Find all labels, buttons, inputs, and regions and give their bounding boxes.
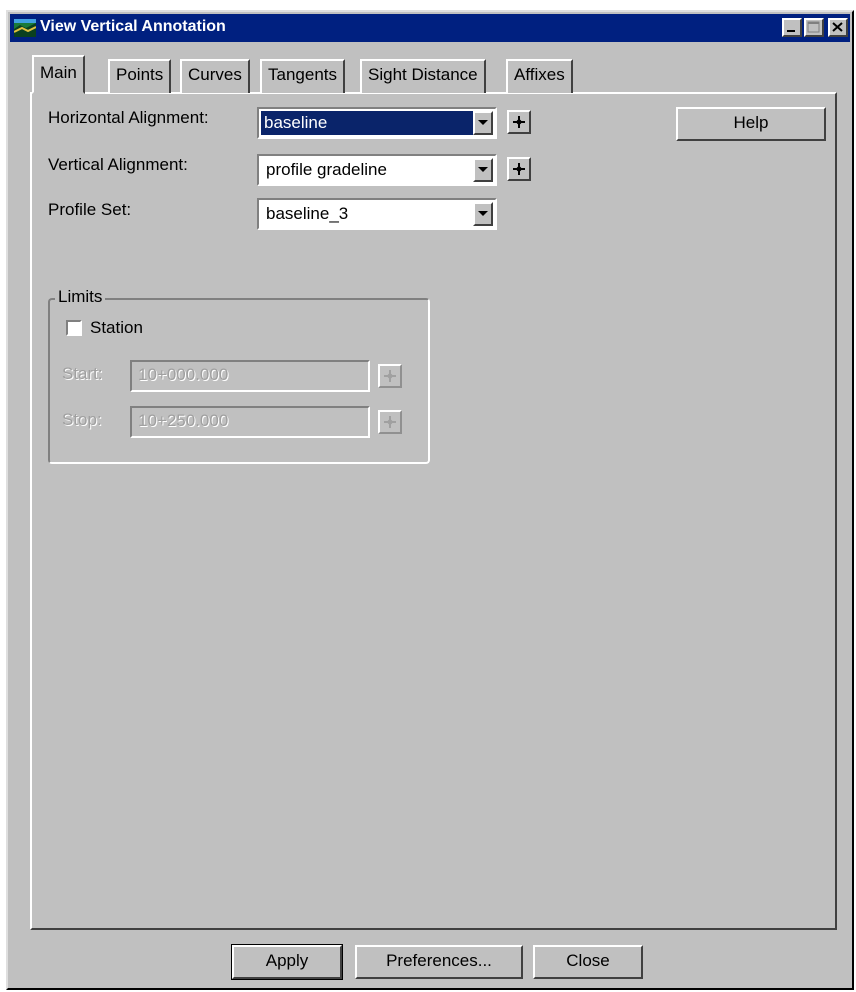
chevron-down-icon	[478, 211, 488, 216]
dropdown-arrow-button[interactable]	[473, 158, 493, 182]
dropdown-arrow-button[interactable]	[473, 111, 493, 135]
window-title: View Vertical Annotation	[40, 18, 226, 35]
vertical-alignment-pick-button[interactable]	[507, 157, 531, 181]
close-icon	[832, 22, 843, 32]
crosshair-icon	[513, 116, 525, 128]
stop-station-field[interactable]: 10+250.000	[130, 406, 370, 438]
minimize-icon	[787, 30, 795, 32]
help-button[interactable]: Help	[676, 107, 826, 141]
horizontal-alignment-label: Horizontal Alignment:	[48, 108, 209, 127]
tab-tangents[interactable]: Tangents	[260, 59, 345, 93]
vertical-alignment-label: Vertical Alignment:	[48, 155, 188, 174]
apply-button-label: Apply	[265, 951, 309, 970]
start-pick-button[interactable]	[378, 364, 402, 388]
tab-affixes[interactable]: Affixes	[506, 59, 573, 93]
minimize-button[interactable]	[782, 18, 802, 37]
profile-set-select[interactable]: baseline_3	[257, 198, 497, 230]
preferences-button[interactable]: Preferences...	[355, 945, 523, 979]
tab-points[interactable]: Points	[108, 59, 172, 93]
start-station-field[interactable]: 10+000.000	[130, 360, 370, 392]
tab-label: Points	[116, 65, 164, 84]
station-label: Station	[90, 318, 143, 337]
vertical-alignment-value: profile gradeline	[266, 160, 387, 179]
horizontal-alignment-pick-button[interactable]	[507, 110, 531, 134]
close-button-label: Close	[566, 951, 610, 970]
chevron-down-icon	[478, 120, 488, 125]
stop-pick-button[interactable]	[378, 410, 402, 434]
tab-label: Curves	[188, 65, 242, 84]
tab-label: Main	[40, 63, 77, 82]
stop-station-value: 10+250.000	[138, 411, 229, 430]
close-window-button[interactable]	[828, 18, 848, 37]
crosshair-icon	[513, 163, 525, 175]
horizontal-alignment-value: baseline	[261, 111, 473, 135]
tab-label: Tangents	[268, 65, 337, 84]
limits-legend: Limits	[55, 287, 106, 307]
dropdown-arrow-button[interactable]	[473, 202, 493, 226]
station-checkbox[interactable]	[66, 320, 82, 336]
profile-set-label: Profile Set:	[48, 200, 132, 219]
chevron-down-icon	[478, 167, 488, 172]
title-bar[interactable]: View Vertical Annotation	[10, 14, 850, 42]
crosshair-icon	[384, 370, 396, 382]
profile-set-value: baseline_3	[266, 204, 349, 223]
tab-label: Affixes	[514, 65, 565, 84]
tab-curves[interactable]: Curves	[180, 59, 250, 93]
horizontal-alignment-select[interactable]: baseline	[257, 107, 497, 139]
help-button-label: Help	[733, 113, 769, 132]
maximize-icon	[807, 21, 820, 33]
apply-button[interactable]: Apply	[231, 944, 343, 980]
tab-main[interactable]: Main	[32, 55, 85, 94]
start-station-value: 10+000.000	[138, 365, 229, 384]
tab-sight-distance[interactable]: Sight Distance	[360, 59, 486, 93]
preferences-button-label: Preferences...	[386, 951, 492, 970]
vertical-alignment-select[interactable]: profile gradeline	[257, 154, 497, 186]
maximize-button[interactable]	[804, 18, 824, 37]
application-icon	[14, 19, 36, 37]
tab-label: Sight Distance	[368, 65, 478, 84]
start-label: Start:	[62, 364, 103, 383]
crosshair-icon	[384, 416, 396, 428]
close-button[interactable]: Close	[533, 945, 643, 979]
stop-label: Stop:	[62, 410, 102, 429]
